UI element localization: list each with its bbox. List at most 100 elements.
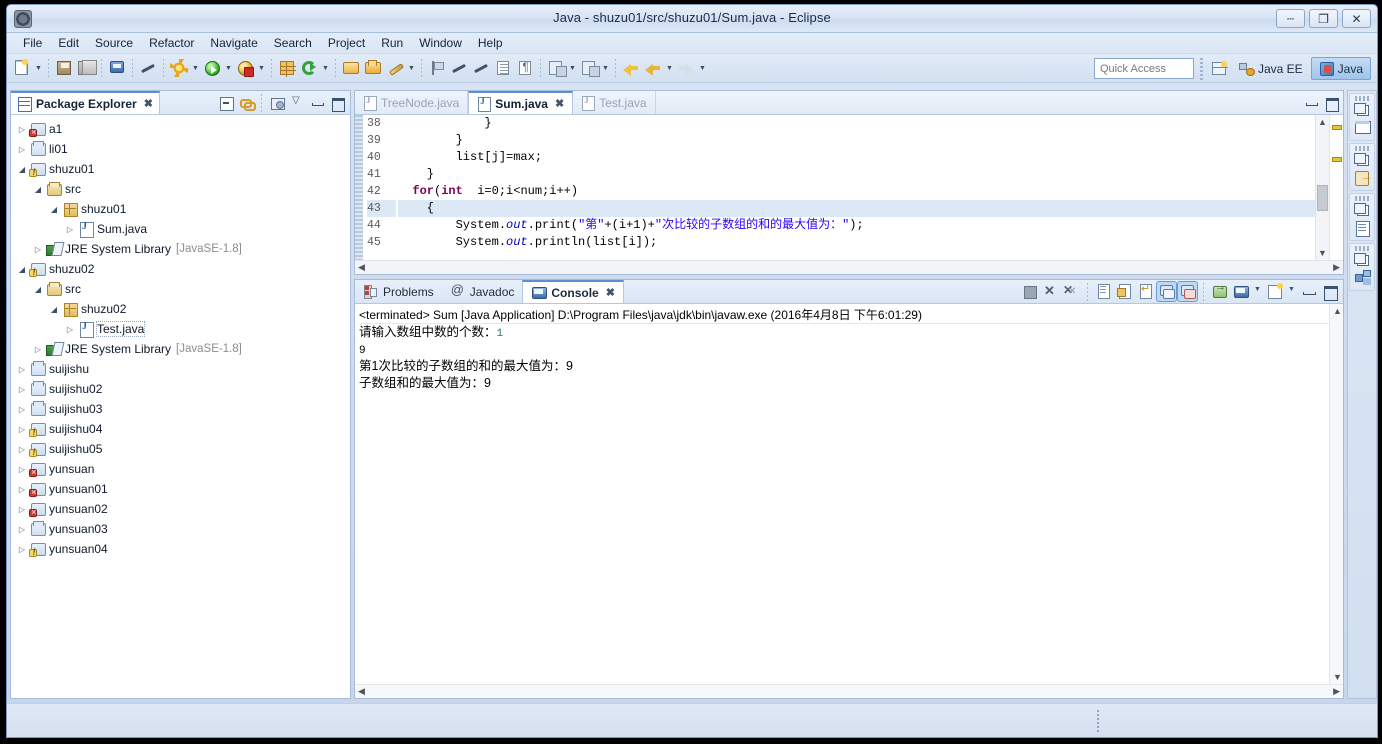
open-console-dropdown-icon[interactable]	[1286, 282, 1297, 301]
scroll-lock-icon[interactable]	[1115, 282, 1134, 301]
fastview-outline[interactable]	[1349, 93, 1375, 141]
maximize-icon[interactable]	[1320, 282, 1339, 301]
collapse-arrow-icon[interactable]	[47, 305, 61, 314]
tree-item-shuzu01[interactable]: shuzu01	[11, 199, 350, 219]
expand-arrow-icon[interactable]	[15, 145, 29, 154]
refresh-dropdown-icon[interactable]	[320, 58, 331, 78]
new-java-package-icon[interactable]	[277, 58, 297, 78]
save-all-icon[interactable]	[76, 58, 97, 78]
toggle-breakpoint-icon[interactable]	[427, 58, 447, 78]
tree-item-src[interactable]: src	[11, 179, 350, 199]
menu-run[interactable]: Run	[373, 35, 411, 51]
tree-item-sum-java[interactable]: Sum.java	[11, 219, 350, 239]
collapse-arrow-icon[interactable]	[47, 205, 61, 214]
tree-item-yunsuan01[interactable]: yunsuan01	[11, 479, 350, 499]
console-output[interactable]: <terminated> Sum [Java Application] D:\P…	[355, 304, 1329, 684]
scroll-right-icon[interactable]: ▶	[1333, 262, 1340, 273]
run-icon[interactable]	[202, 58, 222, 78]
restore-icon[interactable]	[1354, 103, 1370, 117]
expand-arrow-icon[interactable]	[31, 245, 45, 254]
expand-arrow-icon[interactable]	[15, 545, 29, 554]
collapse-arrow-icon[interactable]	[15, 165, 29, 174]
tree-item-suijishu[interactable]: suijishu	[11, 359, 350, 379]
scroll-down-icon[interactable]: ▼	[1318, 248, 1327, 258]
scroll-left-icon[interactable]: ◀	[358, 686, 365, 697]
code-line[interactable]: for(int i=0;i<num;i++)	[398, 183, 1315, 200]
previous-icon[interactable]	[643, 58, 663, 78]
editor-tab-sum[interactable]: Sum.java ✖	[468, 91, 574, 114]
quick-fix-icon[interactable]	[385, 58, 405, 78]
menu-file[interactable]: File	[15, 35, 50, 51]
task-repositories-icon[interactable]	[1353, 169, 1372, 187]
minimize-button[interactable]: ┄	[1276, 9, 1305, 28]
tree-item-a1[interactable]: a1	[11, 119, 350, 139]
tab-problems[interactable]: Problems	[355, 280, 442, 303]
collapse-arrow-icon[interactable]	[31, 185, 45, 194]
code-line[interactable]: }	[398, 115, 1315, 132]
expand-arrow-icon[interactable]	[15, 365, 29, 374]
link-with-editor-icon[interactable]	[237, 94, 256, 112]
scroll-left-icon[interactable]: ◀	[358, 262, 365, 273]
outline-view-icon[interactable]	[1353, 119, 1371, 137]
source-code[interactable]: } } list[j]=max; } for(int i=0;i<num;i++…	[396, 115, 1315, 260]
code-line[interactable]: {	[398, 200, 1315, 217]
tree-item-li01[interactable]: li01	[11, 139, 350, 159]
scroll-up-icon[interactable]: ▲	[1318, 117, 1327, 127]
debug-icon[interactable]	[169, 58, 189, 78]
drag-handle[interactable]	[1355, 96, 1369, 101]
print-icon[interactable]	[107, 58, 127, 78]
tab-javadoc[interactable]: Javadoc	[442, 280, 523, 303]
expand-arrow-icon[interactable]	[15, 485, 29, 494]
save-icon[interactable]	[54, 58, 74, 78]
editor-horizontal-scrollbar[interactable]: ◀ ▶	[355, 260, 1343, 274]
minimize-icon[interactable]	[308, 94, 326, 112]
close-icon[interactable]: ✖	[555, 97, 564, 110]
console-horizontal-scrollbar[interactable]: ◀ ▶	[355, 684, 1343, 698]
toggle-mark-occurrences-icon[interactable]	[138, 58, 158, 78]
extract-dropdown-icon[interactable]	[567, 58, 578, 78]
new-wizard-dropdown-icon[interactable]	[33, 58, 44, 78]
menu-search[interactable]: Search	[266, 35, 320, 51]
maximize-icon[interactable]	[1322, 94, 1340, 112]
display-selected-console-icon[interactable]	[1231, 282, 1250, 301]
maximize-icon[interactable]	[328, 94, 346, 112]
show-console-on-error-icon[interactable]	[1177, 281, 1198, 302]
collapse-arrow-icon[interactable]	[31, 285, 45, 294]
expand-arrow-icon[interactable]	[15, 465, 29, 474]
project-tree[interactable]: a1li01shuzu01srcshuzu01Sum.javaJRE Syste…	[11, 115, 350, 698]
show-console-on-output-icon[interactable]	[1156, 281, 1177, 302]
menu-edit[interactable]: Edit	[50, 35, 87, 51]
code-line[interactable]: System.out.println(list[i]);	[398, 234, 1315, 251]
tree-item-yunsuan04[interactable]: yunsuan04	[11, 539, 350, 559]
new-annotation-dropdown-icon[interactable]	[600, 58, 611, 78]
perspective-java[interactable]: Java	[1310, 57, 1371, 80]
collapse-all-icon[interactable]	[217, 94, 235, 112]
expand-arrow-icon[interactable]	[15, 405, 29, 414]
tab-console[interactable]: Console ✖	[522, 280, 624, 303]
tree-item-shuzu02[interactable]: shuzu02	[11, 299, 350, 319]
task-list-icon[interactable]	[1353, 219, 1371, 237]
tree-item-src[interactable]: src	[11, 279, 350, 299]
tree-item-suijishu05[interactable]: suijishu05	[11, 439, 350, 459]
scroll-up-icon[interactable]: ▲	[1333, 306, 1342, 316]
status-resize-handle[interactable]	[1097, 710, 1099, 732]
open-task-icon[interactable]	[493, 58, 513, 78]
open-perspective-icon[interactable]	[1209, 58, 1231, 80]
open-console-icon[interactable]	[1265, 282, 1284, 301]
expand-arrow-icon[interactable]	[15, 125, 29, 134]
quick-fix-dropdown-icon[interactable]	[406, 58, 417, 78]
minimize-icon[interactable]	[1299, 282, 1318, 301]
run-dropdown-icon[interactable]	[223, 58, 234, 78]
tree-item-suijishu02[interactable]: suijishu02	[11, 379, 350, 399]
restore-icon[interactable]	[1354, 203, 1370, 217]
display-console-dropdown-icon[interactable]	[1252, 282, 1263, 301]
scroll-down-icon[interactable]: ▼	[1333, 672, 1342, 682]
forward-dropdown-icon[interactable]	[697, 58, 708, 78]
menu-refactor[interactable]: Refactor	[141, 35, 202, 51]
code-line[interactable]: }	[398, 132, 1315, 149]
menu-help[interactable]: Help	[470, 35, 511, 51]
type-hierarchy-icon[interactable]	[1353, 269, 1371, 287]
pencil-icon[interactable]	[449, 58, 469, 78]
tree-item-shuzu02[interactable]: shuzu02	[11, 259, 350, 279]
code-line[interactable]: System.out.print("第"+(i+1)+"次比较的子数组的和的最大…	[398, 217, 1315, 234]
